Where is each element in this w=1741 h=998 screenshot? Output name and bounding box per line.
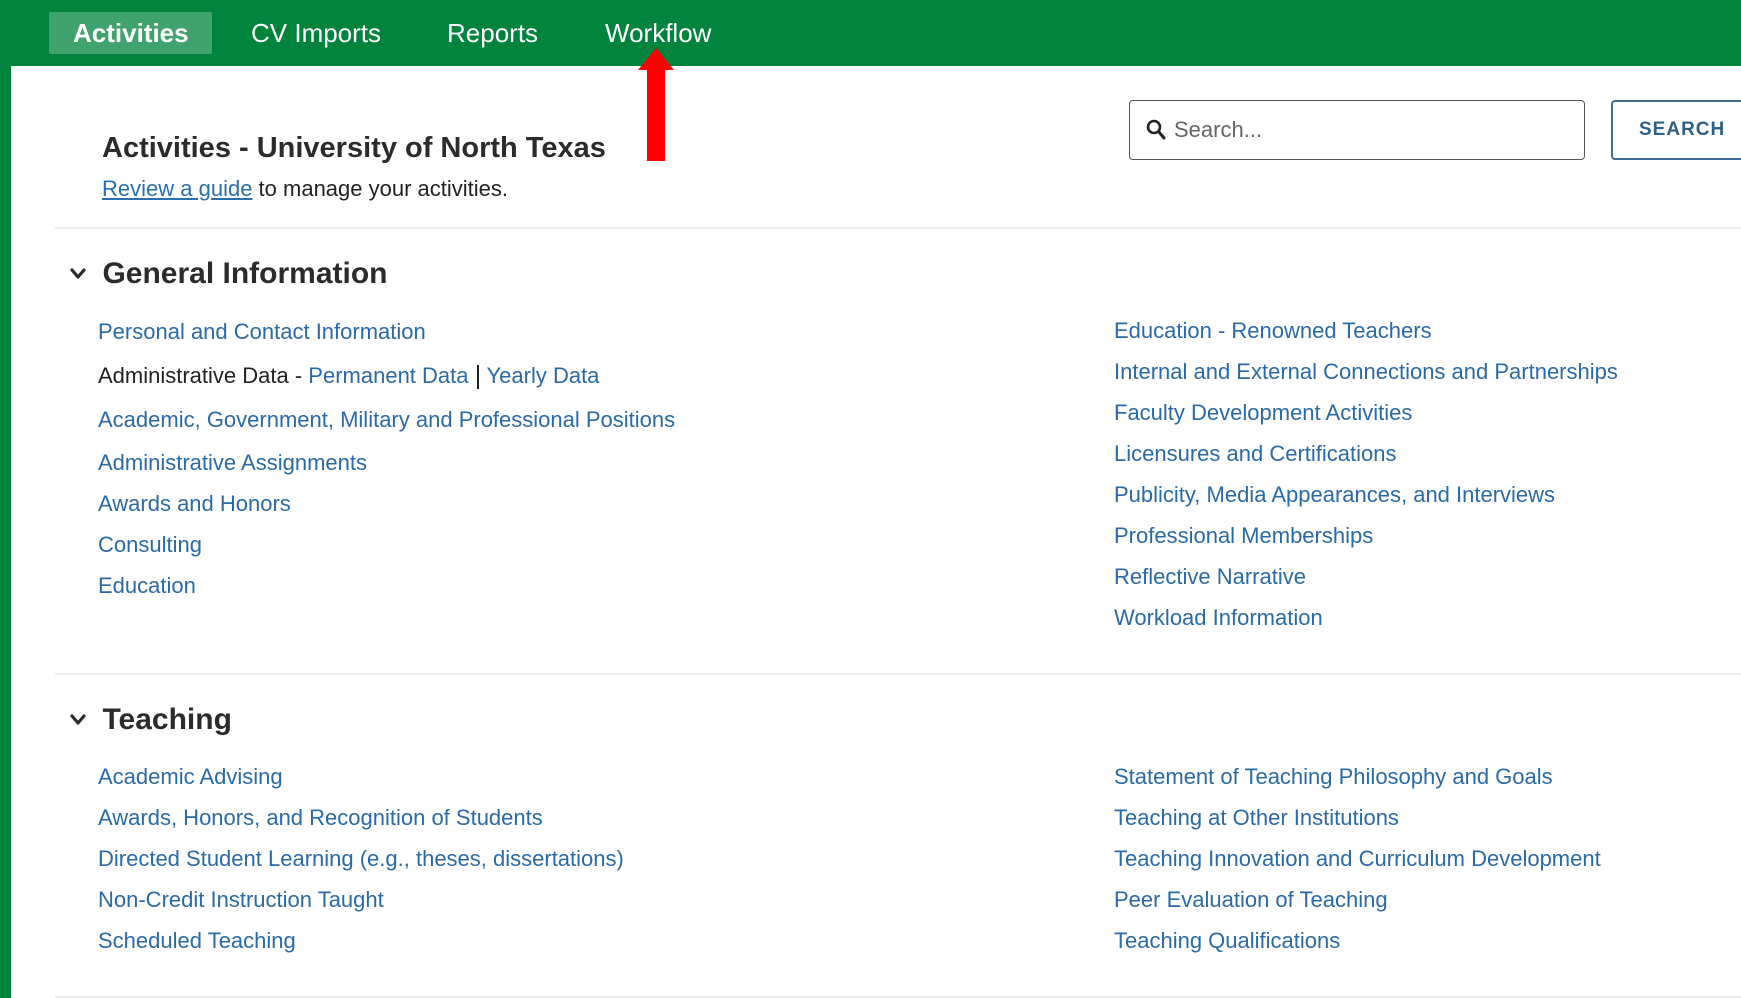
search-input[interactable]: [1172, 107, 1576, 153]
list-item: Reflective Narrative: [1114, 556, 1618, 597]
chevron-down-icon: [70, 714, 86, 725]
list-item: Personal and Contact Information: [98, 310, 675, 354]
link-student-awards[interactable]: Awards, Honors, and Recognition of Stude…: [98, 805, 543, 830]
search-icon: [1146, 119, 1166, 140]
list-item: Publicity, Media Appearances, and Interv…: [1114, 474, 1618, 515]
red-annotation-arrow: [638, 48, 674, 161]
list-item: Professional Memberships: [1114, 515, 1618, 556]
list-item: Teaching Qualifications: [1114, 920, 1601, 961]
link-separator: [476, 365, 479, 390]
section-title: General Information: [102, 257, 388, 290]
list-item: Faculty Development Activities: [1114, 392, 1618, 433]
link-yearly-data[interactable]: Yearly Data: [487, 363, 600, 388]
teaching-left-list: Academic Advising Awards, Honors, and Re…: [98, 756, 624, 961]
list-item: Education - Renowned Teachers: [1114, 310, 1618, 351]
chevron-down-icon: [70, 268, 86, 279]
list-item: Statement of Teaching Philosophy and Goa…: [1114, 756, 1601, 797]
link-education[interactable]: Education: [98, 573, 196, 598]
link-connections-partnerships[interactable]: Internal and External Connections and Pa…: [1114, 359, 1618, 384]
tab-activities[interactable]: Activities: [49, 12, 212, 54]
list-item: Awards and Honors: [98, 483, 675, 524]
link-personal-contact[interactable]: Personal and Contact Information: [98, 319, 426, 344]
section-general-information-toggle[interactable]: General Information: [68, 257, 388, 291]
link-awards-honors[interactable]: Awards and Honors: [98, 491, 291, 516]
link-education-renowned-teachers[interactable]: Education - Renowned Teachers: [1114, 318, 1432, 343]
list-item: Workload Information: [1114, 597, 1618, 638]
list-item: Consulting: [98, 524, 675, 565]
link-teaching-qualifications[interactable]: Teaching Qualifications: [1114, 928, 1340, 953]
link-permanent-data[interactable]: Permanent Data: [308, 363, 468, 388]
link-administrative-assignments[interactable]: Administrative Assignments: [98, 450, 367, 475]
link-professional-memberships[interactable]: Professional Memberships: [1114, 523, 1373, 548]
list-item: Licensures and Certifications: [1114, 433, 1618, 474]
link-reflective-narrative[interactable]: Reflective Narrative: [1114, 564, 1306, 589]
tab-reports[interactable]: Reports: [423, 12, 562, 54]
tab-cv-imports[interactable]: CV Imports: [227, 12, 405, 54]
link-directed-student-learning[interactable]: Directed Student Learning (e.g., theses,…: [98, 846, 624, 871]
link-workload-information[interactable]: Workload Information: [1114, 605, 1323, 630]
general-right-list: Education - Renowned Teachers Internal a…: [1114, 310, 1618, 638]
list-item: Peer Evaluation of Teaching: [1114, 879, 1601, 920]
page-title: Activities - University of North Texas: [102, 132, 606, 164]
subtitle-text: to manage your activities.: [252, 176, 509, 201]
link-academic-advising[interactable]: Academic Advising: [98, 764, 283, 789]
list-item: Academic, Government, Military and Profe…: [98, 398, 675, 442]
search-field[interactable]: [1129, 100, 1585, 160]
link-publicity-media[interactable]: Publicity, Media Appearances, and Interv…: [1114, 482, 1555, 507]
list-item: Education: [98, 565, 675, 606]
list-item: Non-Credit Instruction Taught: [98, 879, 624, 920]
section-title: Teaching: [102, 703, 232, 736]
divider: [55, 227, 1741, 229]
admin-data-label: Administrative Data -: [98, 363, 309, 388]
link-teaching-other-institutions[interactable]: Teaching at Other Institutions: [1114, 805, 1399, 830]
link-consulting[interactable]: Consulting: [98, 532, 202, 557]
review-guide-link[interactable]: Review a guide: [102, 176, 252, 201]
link-positions[interactable]: Academic, Government, Military and Profe…: [98, 407, 675, 432]
link-scheduled-teaching[interactable]: Scheduled Teaching: [98, 928, 296, 953]
list-item: Academic Advising: [98, 756, 624, 797]
link-licensures-certifications[interactable]: Licensures and Certifications: [1114, 441, 1396, 466]
list-item: Directed Student Learning (e.g., theses,…: [98, 838, 624, 879]
general-left-list: Personal and Contact Information Adminis…: [98, 310, 675, 606]
top-navigation-bar: Activities CV Imports Reports Workflow: [0, 0, 1741, 66]
link-peer-evaluation[interactable]: Peer Evaluation of Teaching: [1114, 887, 1388, 912]
divider: [55, 673, 1741, 675]
link-teaching-philosophy[interactable]: Statement of Teaching Philosophy and Goa…: [1114, 764, 1553, 789]
page-subtitle: Review a guide to manage your activities…: [102, 176, 508, 202]
list-item: Teaching Innovation and Curriculum Devel…: [1114, 838, 1601, 879]
section-teaching-toggle[interactable]: Teaching: [68, 703, 232, 737]
list-item: Scheduled Teaching: [98, 920, 624, 961]
link-teaching-innovation[interactable]: Teaching Innovation and Curriculum Devel…: [1114, 846, 1601, 871]
list-item: Awards, Honors, and Recognition of Stude…: [98, 797, 624, 838]
link-non-credit-instruction[interactable]: Non-Credit Instruction Taught: [98, 887, 384, 912]
link-faculty-development[interactable]: Faculty Development Activities: [1114, 400, 1412, 425]
list-item: Administrative Data - Permanent Data Year…: [98, 354, 675, 398]
search-button[interactable]: SEARCH: [1611, 100, 1741, 160]
list-item: Internal and External Connections and Pa…: [1114, 351, 1618, 392]
list-item: Administrative Assignments: [98, 442, 675, 483]
left-brand-strip: [0, 0, 11, 998]
teaching-right-list: Statement of Teaching Philosophy and Goa…: [1114, 756, 1601, 961]
list-item: Teaching at Other Institutions: [1114, 797, 1601, 838]
